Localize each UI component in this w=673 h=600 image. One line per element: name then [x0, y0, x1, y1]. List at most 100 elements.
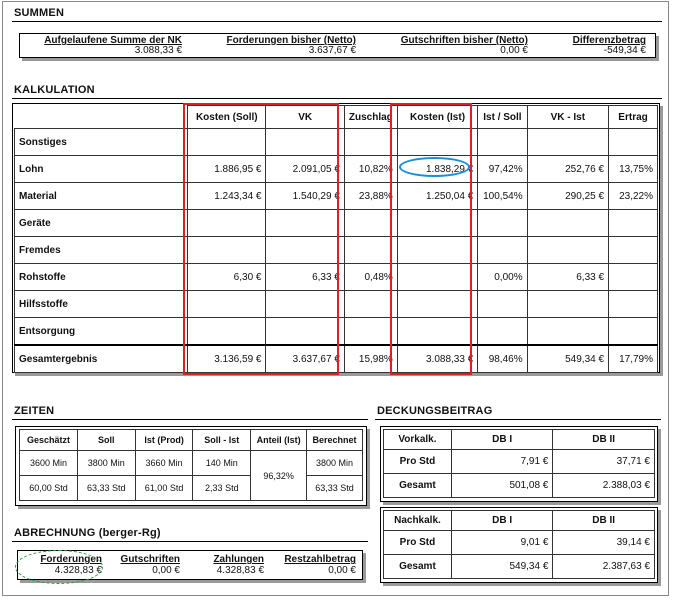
header-ertrag: Ertrag: [608, 105, 658, 129]
cell: 2,33 Std: [192, 475, 252, 501]
abrechnung-rule: [12, 541, 368, 542]
cell: 61,00 Std: [134, 475, 194, 501]
cell: [608, 209, 658, 237]
cell: 100,54%: [477, 182, 528, 210]
cell: 97,42%: [477, 155, 528, 183]
cell: 0,00%: [477, 263, 528, 291]
cell: 140 Min: [192, 450, 252, 476]
cell: 3800 Min: [306, 450, 363, 476]
summen-box: Aufgelaufene Summe der NK 3.088,33 € For…: [19, 33, 656, 58]
cell: 252,76 €: [526, 155, 610, 183]
vorkalk-table: Vorkalk. DB I DB II Pro Std 7,91 € 37,71…: [383, 429, 655, 498]
abrechnung-title: ABRECHNUNG (berger-Rg): [14, 527, 161, 539]
header-db1: DB I: [450, 510, 554, 531]
nachkalk-header-row: Nachkalk. DB I DB II: [383, 510, 655, 531]
row-label: Lohn: [13, 155, 189, 183]
deckungsbeitrag-rule: [375, 419, 661, 420]
cell: 2.387,63 €: [552, 554, 655, 579]
header-db2: DB II: [552, 510, 655, 531]
cell: 290,25 €: [526, 182, 610, 210]
nachkalk-box: Nachkalk. DB I DB II Pro Std 9,01 € 39,1…: [380, 507, 658, 583]
summen-rule: [12, 21, 662, 22]
header-anteil-ist: Anteil (Ist): [250, 429, 307, 451]
deckungsbeitrag-title: DECKUNGSBEITRAG: [377, 405, 493, 417]
cell: 13,75%: [608, 155, 658, 183]
cell: 3800 Min: [76, 450, 136, 476]
highlight-ellipse-green: [15, 550, 103, 584]
vorkalk-box: Vorkalk. DB I DB II Pro Std 7,91 € 37,71…: [380, 426, 658, 502]
summen-value-forderungen: 3.637,67 €: [308, 45, 356, 56]
cell: 39,14 €: [552, 530, 655, 555]
total-cell: 17,79%: [608, 344, 658, 373]
cell: [526, 209, 610, 237]
header-soll: Soll: [76, 429, 136, 451]
header-vorkalk: Vorkalk.: [383, 429, 452, 450]
table-row: Gesamt 549,34 € 2.387,63 €: [383, 554, 655, 579]
cell: [608, 263, 658, 291]
zeiten-table: Geschätzt Soll Ist (Prod) Soll - Ist Ant…: [19, 429, 363, 501]
table-row: 3600 Min 3800 Min 3660 Min 140 Min 96,32…: [19, 450, 363, 501]
table-row: Pro Std 9,01 € 39,14 €: [383, 530, 655, 555]
row-label: Gesamt: [383, 473, 452, 498]
zeiten-header-row: Geschätzt Soll Ist (Prod) Soll - Ist Ant…: [19, 429, 363, 451]
summen-value-differenz: -549,34 €: [603, 45, 646, 56]
kalkulation-rule: [12, 98, 662, 99]
kalkulation-title: KALKULATION: [14, 84, 95, 96]
row-label: Rohstoffe: [13, 263, 189, 291]
abrechnung-value-gutschriften: 0,00 €: [152, 565, 180, 576]
cell: 3660 Min: [134, 450, 194, 476]
table-row: Gesamt 501,08 € 2.388,03 €: [383, 473, 655, 498]
header-geschaetzt: Geschätzt: [19, 429, 78, 451]
cell: 6,33 €: [526, 263, 610, 291]
cell: [526, 236, 610, 264]
cell: [608, 236, 658, 264]
summen-value-nk: 3.088,33 €: [134, 45, 182, 56]
row-label: Geräte: [13, 209, 189, 237]
abrechnung-value-restzahlbetrag: 0,00 €: [328, 565, 356, 576]
summen-value-gutschriften: 0,00 €: [500, 45, 528, 56]
cell: 37,71 €: [552, 449, 655, 474]
row-label: Gesamt: [383, 554, 452, 579]
cell: 2.388,03 €: [552, 473, 655, 498]
row-label: Entsorgung: [13, 317, 189, 346]
zeiten-box: Geschätzt Soll Ist (Prod) Soll - Ist Ant…: [15, 426, 367, 506]
kalkulation-header-blank: [14, 105, 189, 129]
zeiten-title: ZEITEN: [14, 405, 55, 417]
row-label: Hilfsstoffe: [13, 290, 189, 318]
cell: [477, 290, 528, 318]
abrechnung-label-zahlungen: Zahlungen: [213, 554, 264, 565]
cell: [477, 209, 528, 237]
cell: 63,33 Std: [306, 475, 363, 501]
cell: [526, 317, 610, 346]
header-db1: DB I: [450, 429, 554, 450]
cell: 9,01 €: [450, 530, 554, 555]
table-row: Pro Std 7,91 € 37,71 €: [383, 449, 655, 474]
cell: [608, 128, 658, 156]
cell: [477, 128, 528, 156]
header-vk-ist: VK - Ist: [526, 105, 610, 129]
abrechnung-label-restzahlbetrag: Restzahlbetrag: [284, 554, 356, 565]
anteil-cell: 96,32%: [250, 450, 307, 501]
header-ist-prod: Ist (Prod): [134, 429, 194, 451]
highlight-kosten-soll-vk: [183, 103, 339, 375]
total-cell: 98,46%: [477, 344, 528, 373]
header-ist-soll: Ist / Soll: [477, 105, 528, 129]
cell: 3600 Min: [19, 450, 78, 476]
cell: 63,33 Std: [76, 475, 136, 501]
header-berechnet: Berechnet: [306, 429, 363, 451]
header-soll-ist: Soll - Ist: [192, 429, 252, 451]
nachkalk-table: Nachkalk. DB I DB II Pro Std 9,01 € 39,1…: [383, 510, 655, 579]
highlight-ellipse-blue: [399, 157, 470, 177]
row-label: Pro Std: [383, 530, 452, 555]
vorkalk-header-row: Vorkalk. DB I DB II: [383, 429, 655, 450]
zeiten-rule: [12, 419, 368, 420]
header-db2: DB II: [552, 429, 655, 450]
cell: [608, 317, 658, 346]
cell: [526, 128, 610, 156]
cell: 60,00 Std: [19, 475, 78, 501]
row-label: Sonstiges: [13, 128, 189, 156]
cell: 23,22%: [608, 182, 658, 210]
header-nachkalk: Nachkalk.: [383, 510, 452, 531]
cell: 501,08 €: [450, 473, 554, 498]
cell: 549,34 €: [450, 554, 554, 579]
